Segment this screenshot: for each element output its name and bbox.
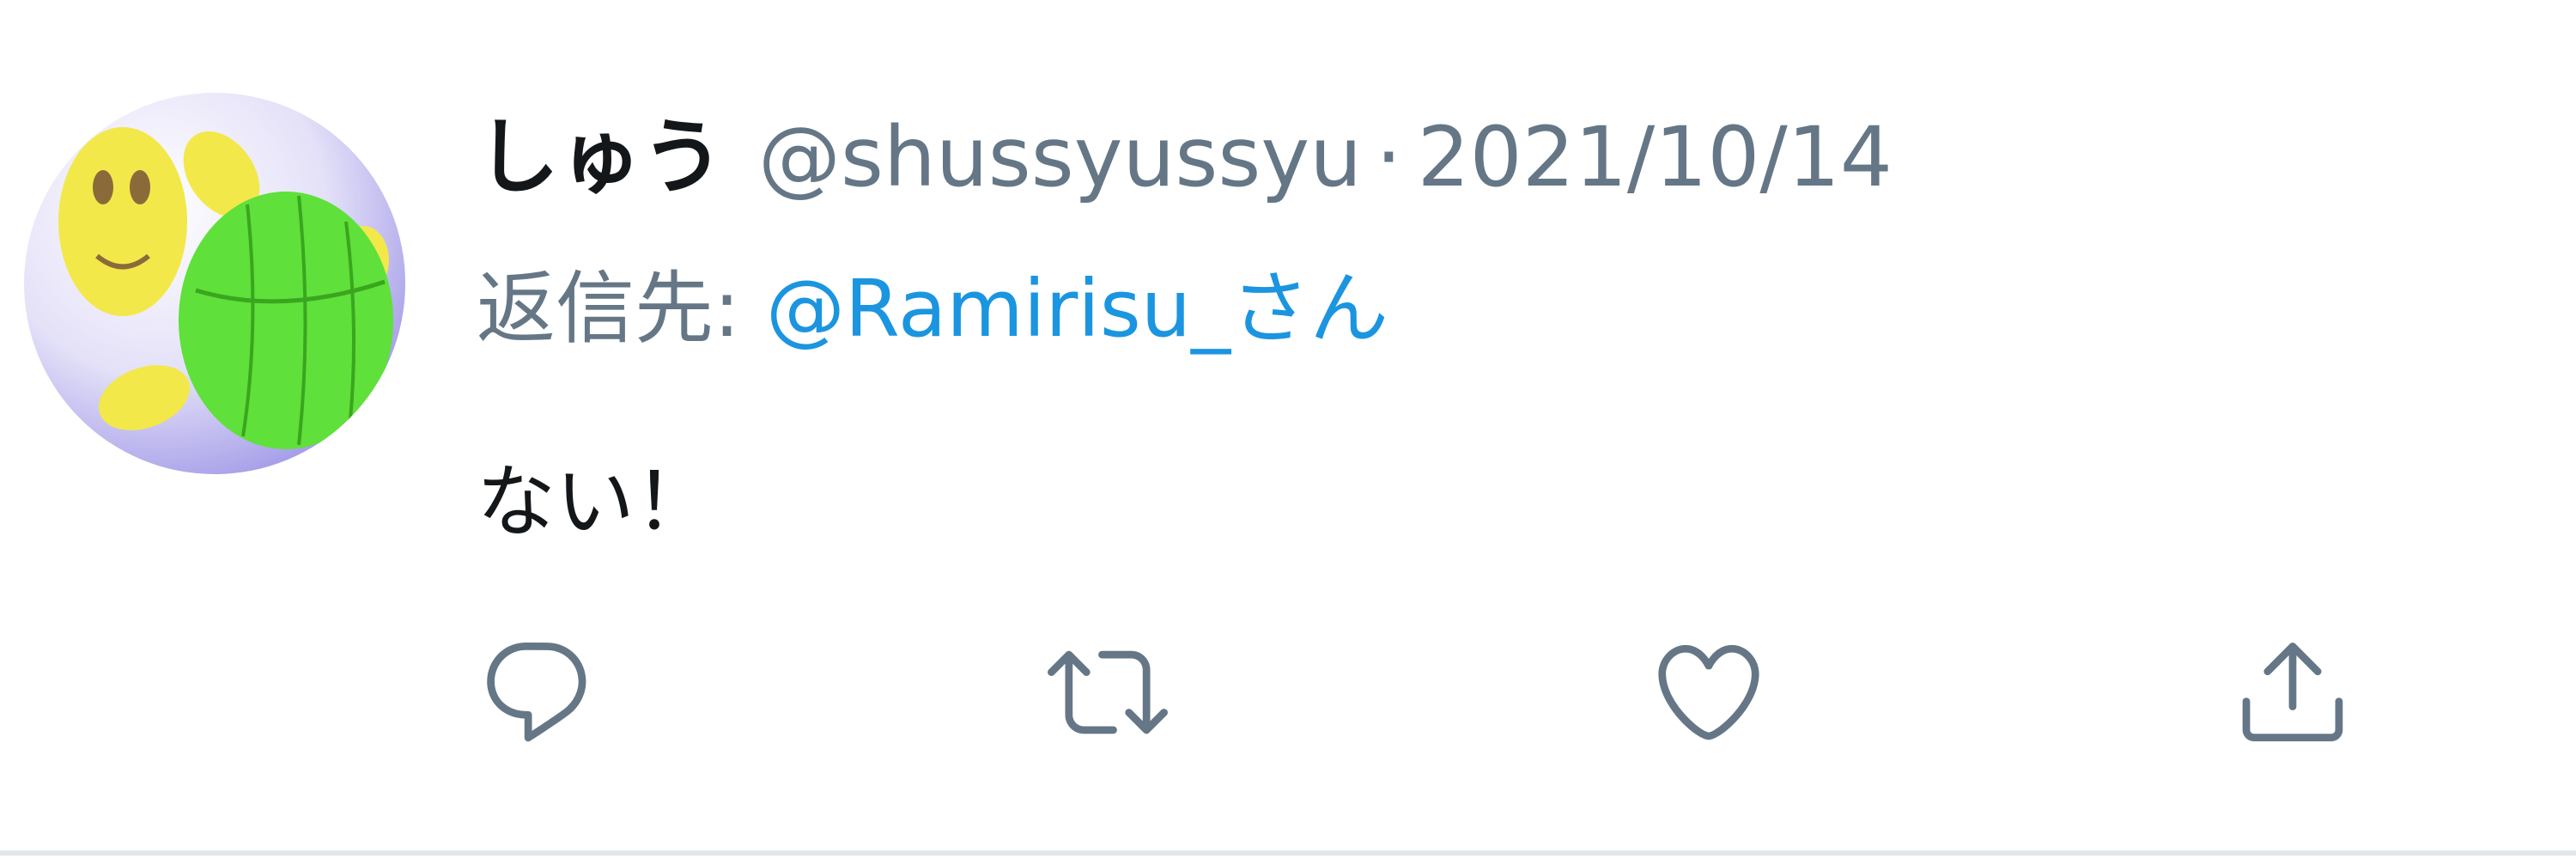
display-name[interactable]: しゅう <box>477 90 724 210</box>
avatar[interactable] <box>24 93 405 474</box>
tweet-actions <box>477 631 2366 752</box>
divider <box>0 850 2576 856</box>
reply-prefix: 返信先: <box>477 263 740 355</box>
tweet-date[interactable]: 2021/10/14 <box>1418 109 1893 205</box>
heart-icon <box>1658 644 1759 740</box>
user-handle[interactable]: @shussyussyu <box>758 109 1362 205</box>
share-icon <box>2242 643 2343 742</box>
retweet-icon <box>1048 650 1168 734</box>
tweet-text: ない！ <box>477 456 714 548</box>
reply-icon <box>487 643 586 742</box>
turtle-avatar-icon <box>24 93 405 474</box>
tweet-header: しゅう @shussyussyu · 2021/10/14 <box>477 90 1893 205</box>
like-button[interactable] <box>1649 631 1769 752</box>
reply-context: 返信先: @Ramirisu_さん <box>477 245 1388 356</box>
retweet-button[interactable] <box>1048 631 1168 752</box>
tweet[interactable]: しゅう @shussyussyu · 2021/10/14 返信先: @Rami… <box>0 0 2576 856</box>
separator-dot: · <box>1376 109 1402 205</box>
reply-button[interactable] <box>477 631 597 752</box>
share-button[interactable] <box>2233 631 2353 752</box>
reply-target-link[interactable]: @Ramirisu_さん <box>766 245 1388 359</box>
